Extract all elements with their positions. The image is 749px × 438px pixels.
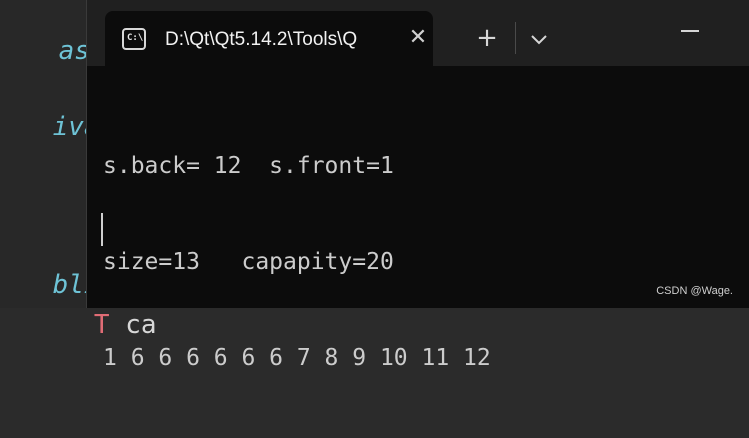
command-prompt-icon: C:\ <box>122 28 146 50</box>
close-tab-icon[interactable]: ✕ <box>405 25 431 51</box>
terminal-window[interactable]: C:\ D:\Qt\Qt5.14.2\Tools\Q ✕ + s.back= 1… <box>86 0 749 371</box>
output-line: size=13 capapity=20 <box>103 249 394 275</box>
output-line: 1 6 6 6 6 6 6 7 8 9 10 11 12 <box>103 345 491 371</box>
text-cursor <box>101 213 103 246</box>
watermark: CSDN @Wage. <box>656 285 733 297</box>
command-prompt-icon-text: C:\ <box>127 33 144 43</box>
terminal-tab[interactable]: C:\ D:\Qt\Qt5.14.2\Tools\Q ✕ <box>105 11 433 66</box>
title-bar[interactable]: C:\ D:\Qt\Qt5.14.2\Tools\Q ✕ + <box>87 0 749 66</box>
new-tab-button[interactable]: + <box>475 24 499 52</box>
titlebar-divider <box>515 22 516 54</box>
output-line: s.back= 12 s.front=1 <box>103 153 394 179</box>
minimize-button[interactable] <box>681 30 699 32</box>
chevron-down-icon[interactable] <box>529 30 549 50</box>
console-output: s.back= 12 s.front=1 size=13 capapity=20… <box>103 86 743 438</box>
tab-title: D:\Qt\Qt5.14.2\Tools\Q <box>165 29 358 50</box>
